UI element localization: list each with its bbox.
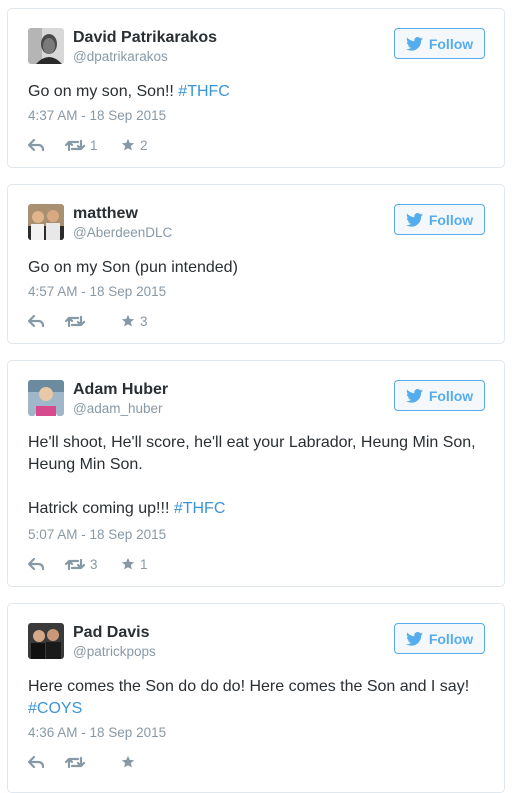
favorite-count: 1 bbox=[140, 556, 148, 572]
reply-button[interactable] bbox=[28, 138, 65, 152]
retweet-button[interactable]: 1 bbox=[65, 138, 121, 153]
tweet-actions: 3 bbox=[28, 311, 148, 331]
display-name[interactable]: David Patrikarakos bbox=[73, 29, 217, 47]
favorite-button[interactable]: 1 bbox=[121, 557, 148, 572]
reply-button[interactable] bbox=[28, 755, 65, 769]
tweet-text: Go on my son, Son!! #THFC bbox=[28, 81, 484, 103]
favorite-count: 2 bbox=[140, 137, 148, 153]
display-name[interactable]: matthew bbox=[73, 205, 138, 223]
tweet-text-line: He'll shoot, He'll score, he'll eat your… bbox=[28, 434, 476, 473]
hashtag-link[interactable]: #THFC bbox=[178, 83, 230, 100]
tweet-actions bbox=[28, 752, 140, 772]
retweet-button[interactable] bbox=[65, 315, 121, 328]
user-handle[interactable]: @patrickpops bbox=[73, 644, 156, 659]
display-name[interactable]: Pad Davis bbox=[73, 624, 149, 642]
favorite-button[interactable]: 2 bbox=[121, 138, 148, 153]
user-handle[interactable]: @adam_huber bbox=[73, 401, 163, 416]
avatar[interactable] bbox=[28, 623, 64, 659]
tweet-actions: 1 2 bbox=[28, 135, 148, 155]
twitter-bird-icon bbox=[405, 36, 423, 51]
avatar[interactable] bbox=[28, 204, 64, 240]
retweet-icon bbox=[65, 558, 85, 570]
follow-label: Follow bbox=[428, 630, 474, 647]
retweet-count: 1 bbox=[90, 137, 98, 153]
follow-label: Follow bbox=[428, 211, 474, 228]
star-icon bbox=[121, 138, 135, 151]
hashtag-link[interactable]: #COYS bbox=[28, 700, 82, 717]
timestamp[interactable]: 4:36 AM - 18 Sep 2015 bbox=[28, 725, 166, 740]
tweet-text-body: Here comes the Son do do do! Here comes … bbox=[28, 678, 470, 695]
display-name[interactable]: Adam Huber bbox=[73, 381, 168, 399]
timestamp[interactable]: 4:37 AM - 18 Sep 2015 bbox=[28, 108, 166, 123]
favorite-button[interactable]: 3 bbox=[121, 314, 148, 329]
retweet-button[interactable]: 3 bbox=[65, 557, 121, 572]
tweet-actions: 3 1 bbox=[28, 554, 148, 574]
tweet-card: Adam Huber @adam_huber Follow He'll shoo… bbox=[7, 360, 505, 587]
follow-label: Follow bbox=[428, 387, 474, 404]
reply-icon bbox=[28, 138, 44, 151]
twitter-bird-icon bbox=[405, 388, 423, 403]
follow-button[interactable]: Follow bbox=[394, 204, 485, 235]
retweet-icon bbox=[65, 756, 85, 768]
reply-button[interactable] bbox=[28, 557, 65, 571]
tweet-card: matthew @AberdeenDLC Follow Go on my Son… bbox=[7, 184, 505, 344]
avatar[interactable] bbox=[28, 380, 64, 416]
tweet-text-line: Hatrick coming up!!! bbox=[28, 500, 174, 517]
tweet-text: Here comes the Son do do do! Here comes … bbox=[28, 676, 484, 720]
favorite-button[interactable] bbox=[121, 755, 140, 769]
follow-label: Follow bbox=[428, 35, 474, 52]
retweet-icon bbox=[65, 315, 85, 327]
reply-button[interactable] bbox=[28, 314, 65, 328]
tweet-text: He'll shoot, He'll score, he'll eat your… bbox=[28, 432, 484, 520]
follow-button[interactable]: Follow bbox=[394, 623, 485, 654]
tweet-card: David Patrikarakos @dpatrikarakos Follow… bbox=[7, 8, 505, 168]
star-icon bbox=[121, 557, 135, 570]
tweet-text: Go on my Son (pun intended) bbox=[28, 257, 484, 279]
follow-button[interactable]: Follow bbox=[394, 380, 485, 411]
retweet-count: 3 bbox=[90, 556, 98, 572]
user-handle[interactable]: @dpatrikarakos bbox=[73, 49, 168, 64]
follow-button[interactable]: Follow bbox=[394, 28, 485, 59]
twitter-bird-icon bbox=[405, 631, 423, 646]
timestamp[interactable]: 4:57 AM - 18 Sep 2015 bbox=[28, 284, 166, 299]
star-icon bbox=[121, 314, 135, 327]
retweet-icon bbox=[65, 139, 85, 151]
tweet-card: Pad Davis @patrickpops Follow Here comes… bbox=[7, 603, 505, 793]
reply-icon bbox=[28, 755, 44, 768]
tweet-text-body: Go on my Son (pun intended) bbox=[28, 259, 238, 276]
twitter-bird-icon bbox=[405, 212, 423, 227]
tweet-text-body: Go on my son, Son!! bbox=[28, 83, 179, 100]
reply-icon bbox=[28, 557, 44, 570]
reply-icon bbox=[28, 314, 44, 327]
avatar[interactable] bbox=[28, 28, 64, 64]
user-handle[interactable]: @AberdeenDLC bbox=[73, 225, 172, 240]
favorite-count: 3 bbox=[140, 313, 148, 329]
timestamp[interactable]: 5:07 AM - 18 Sep 2015 bbox=[28, 527, 166, 542]
star-icon bbox=[121, 755, 135, 768]
retweet-button[interactable] bbox=[65, 756, 121, 769]
hashtag-link[interactable]: #THFC bbox=[174, 500, 226, 517]
